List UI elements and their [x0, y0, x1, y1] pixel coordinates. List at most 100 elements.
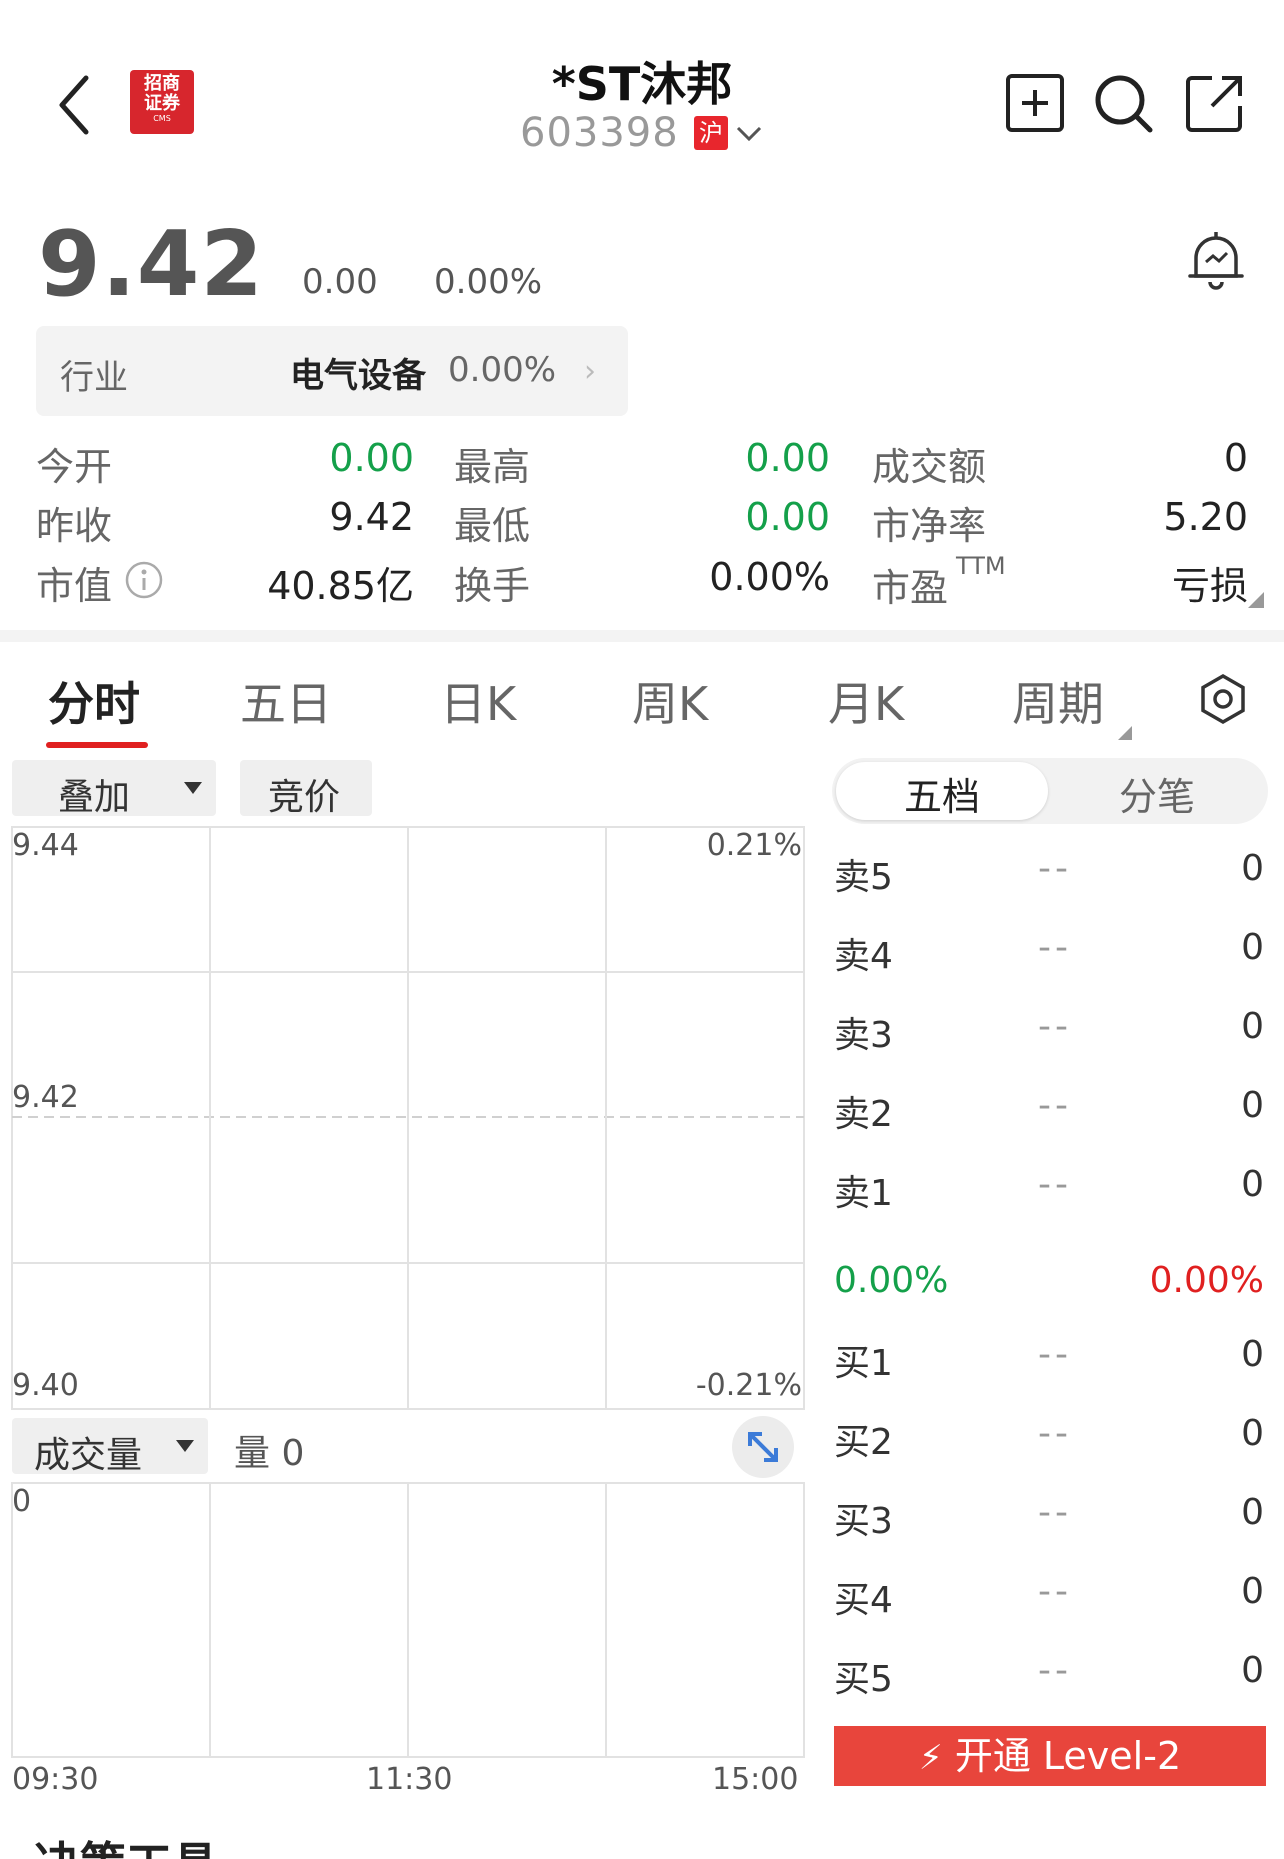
- orderbook-buy-row: 买3 -- 0: [834, 1492, 1264, 1542]
- price-chart[interactable]: [10, 826, 806, 1410]
- share-icon[interactable]: [1184, 72, 1246, 134]
- stat-label: 最高: [454, 445, 531, 489]
- level2-label: 开通 Level-2: [954, 1734, 1182, 1778]
- order-price: --: [1038, 1571, 1072, 1612]
- tab-period[interactable]: 周期: [1012, 668, 1104, 734]
- order-label: 卖2: [834, 1094, 893, 1135]
- overlay-label: 叠加: [58, 777, 131, 818]
- order-price: --: [1038, 927, 1072, 968]
- decision-tools-title: 决策工具: [34, 1828, 218, 1859]
- price-alert-bell-icon[interactable]: [1186, 228, 1246, 292]
- stat-label: 今开: [36, 445, 113, 489]
- order-price: --: [1038, 1650, 1072, 1691]
- order-label: 买1: [834, 1343, 893, 1384]
- stat-label: 换手: [454, 564, 531, 608]
- order-label: 卖5: [834, 857, 893, 898]
- volume-select-label: 成交量: [34, 1435, 143, 1476]
- volume-y-tick: 0: [12, 1484, 32, 1519]
- settings-gear-icon[interactable]: [1196, 672, 1250, 726]
- order-label: 买4: [834, 1580, 893, 1621]
- chevron-down-icon[interactable]: [734, 118, 764, 148]
- tab-active-indicator: [46, 742, 148, 748]
- stat-value-pb: 5.20: [1163, 495, 1248, 539]
- y-tick-left: 9.42: [12, 1080, 79, 1115]
- tab-monthly-k[interactable]: 月K: [828, 668, 904, 734]
- order-volume: 0: [1241, 927, 1264, 968]
- stat-value-turnover: 0: [1223, 436, 1248, 480]
- orderbook-buy-row: 买5 -- 0: [834, 1650, 1264, 1700]
- logo-text: 招商: [144, 73, 180, 94]
- order-volume: 0: [1241, 1006, 1264, 1047]
- order-price: --: [1038, 1413, 1072, 1454]
- stat-label: 市值: [36, 564, 113, 608]
- stat-label: 市盈: [872, 566, 949, 610]
- order-volume: 0: [1241, 1334, 1264, 1375]
- x-tick: 15:00: [712, 1762, 799, 1797]
- orderbook-buy-row: 买2 -- 0: [834, 1413, 1264, 1463]
- orderbook-sell-row: 卖2 -- 0: [834, 1085, 1264, 1135]
- tab-intraday[interactable]: 分时: [48, 668, 140, 734]
- info-icon[interactable]: [124, 560, 164, 600]
- stat-value-open: 0.00: [329, 436, 414, 480]
- price-change: 0.00: [302, 262, 378, 302]
- ask-ratio: 0.00%: [1149, 1260, 1264, 1301]
- y-tick-right: 0.21%: [706, 828, 802, 863]
- volume-readout: 量 0: [234, 1433, 305, 1474]
- logo-text: CMS: [153, 114, 171, 123]
- y-tick-left: 9.40: [12, 1368, 79, 1403]
- orderbook-buy-row: 买1 -- 0: [834, 1334, 1264, 1384]
- order-volume: 0: [1241, 1571, 1264, 1612]
- order-price: --: [1038, 1006, 1072, 1047]
- activate-level2-button[interactable]: ⚡ 开通 Level-2: [834, 1726, 1266, 1786]
- industry-pct: 0.00%: [448, 350, 557, 390]
- volume-indicator-dropdown[interactable]: 成交量: [12, 1418, 208, 1476]
- overlay-dropdown[interactable]: 叠加: [12, 760, 216, 818]
- bid-ratio: 0.00%: [834, 1260, 949, 1301]
- order-volume: 0: [1241, 1650, 1264, 1691]
- order-price: --: [1038, 1164, 1072, 1205]
- order-label: 卖3: [834, 1015, 893, 1056]
- tab-tick-detail[interactable]: 分笔: [1050, 766, 1264, 821]
- auction-label: 竞价: [268, 777, 341, 818]
- back-arrow-icon[interactable]: [52, 70, 96, 140]
- tab-daily-k[interactable]: 日K: [440, 668, 516, 734]
- auction-button[interactable]: 竞价: [240, 760, 372, 818]
- tab-weekly-k[interactable]: 周K: [632, 668, 708, 734]
- y-tick-left: 9.44: [12, 828, 79, 863]
- order-volume: 0: [1241, 1413, 1264, 1454]
- orderbook-sell-row: 卖1 -- 0: [834, 1164, 1264, 1214]
- stat-label: 市净率: [872, 504, 987, 548]
- order-price: --: [1038, 1334, 1072, 1375]
- industry-label: 行业: [60, 358, 128, 398]
- order-volume: 0: [1241, 1492, 1264, 1533]
- price-change-pct: 0.00%: [434, 262, 543, 302]
- stat-label-sup: TTM: [956, 552, 1006, 580]
- search-icon[interactable]: [1092, 72, 1154, 134]
- order-price: --: [1038, 1085, 1072, 1126]
- last-price: 9.42: [38, 212, 265, 317]
- order-volume: 0: [1241, 1164, 1264, 1205]
- add-watchlist-icon[interactable]: [1004, 72, 1066, 134]
- chevron-right-icon: ›: [584, 354, 596, 389]
- orderbook-sell-row: 卖4 -- 0: [834, 927, 1264, 977]
- stock-code[interactable]: 603398: [520, 110, 679, 156]
- order-volume: 0: [1241, 1085, 1264, 1126]
- stat-value-prev-close: 9.42: [329, 495, 414, 539]
- tab-five-day[interactable]: 五日: [240, 668, 332, 734]
- section-divider: [0, 630, 1284, 642]
- tab-five-level[interactable]: 五档: [836, 766, 1048, 821]
- orderbook-sell-row: 卖3 -- 0: [834, 1006, 1264, 1056]
- volume-chart[interactable]: [10, 1482, 806, 1758]
- stat-label: 昨收: [36, 504, 113, 548]
- market-badge: 沪: [694, 116, 728, 150]
- broker-logo: 招商 证券 CMS: [130, 70, 194, 134]
- stat-value-turnover-rate: 0.00%: [709, 555, 830, 599]
- fullscreen-expand-icon[interactable]: [732, 1416, 794, 1478]
- x-tick: 09:30: [12, 1762, 99, 1797]
- expand-corner-icon[interactable]: [1248, 592, 1264, 608]
- orderbook-buy-row: 买4 -- 0: [834, 1571, 1264, 1621]
- order-price: --: [1038, 848, 1072, 889]
- stock-title: *ST沐邦: [551, 57, 733, 111]
- caret-down-icon: [184, 782, 202, 794]
- order-label: 卖4: [834, 936, 893, 977]
